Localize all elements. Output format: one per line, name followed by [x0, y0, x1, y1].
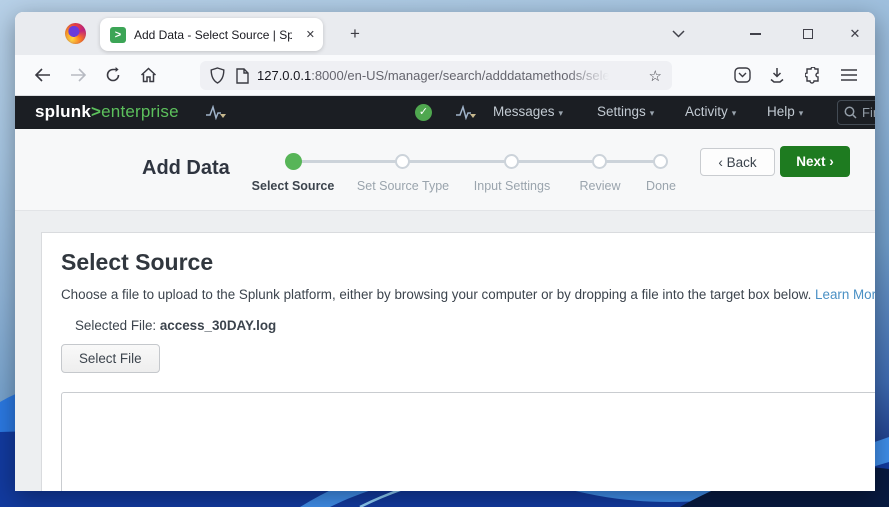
downloads-icon[interactable]	[767, 65, 787, 85]
window-minimize-button[interactable]	[740, 22, 770, 46]
step-circle-select-source	[285, 153, 302, 170]
back-icon[interactable]	[32, 65, 52, 85]
nav-help-label: Help	[767, 104, 795, 119]
nav-activity-label: Activity	[685, 104, 728, 119]
tab-close-icon[interactable]: ✕	[306, 28, 315, 41]
tab-list-chevron-icon[interactable]	[663, 22, 693, 46]
browser-window: > Add Data - Select Source | Splun ✕ + ✕	[15, 12, 875, 491]
step-circle-done	[653, 154, 668, 169]
selected-file-name: access_30DAY.log	[159, 318, 277, 333]
page-title: Add Data	[142, 157, 230, 179]
nav-activity-menu[interactable]: Activity ▾	[685, 104, 736, 119]
upload-description-text: Choose a file to upload to the Splunk pl…	[61, 287, 816, 302]
chevron-down-icon: ▾	[649, 108, 655, 118]
select-source-card: Select Source Choose a file to upload to…	[41, 232, 875, 491]
step-circle-input-settings	[504, 154, 519, 169]
back-button[interactable]: ‹ Back	[700, 148, 775, 176]
next-button[interactable]: Next ›	[780, 146, 850, 177]
firefox-icon[interactable]	[65, 23, 86, 44]
menu-hamburger-icon[interactable]	[839, 65, 859, 85]
bookmark-star-icon[interactable]: ☆	[649, 67, 662, 85]
nav-messages-label: Messages	[493, 104, 555, 119]
search-icon	[844, 106, 857, 119]
step-circle-set-source-type	[395, 154, 410, 169]
url-host: 127.0.0.1	[257, 68, 312, 83]
add-data-header: Add Data Select Source Set Source Type I…	[15, 129, 875, 211]
health-check-icon[interactable]: ✓	[415, 104, 432, 121]
window-maximize-button[interactable]	[793, 22, 823, 46]
content-heading: Select Source	[61, 249, 214, 275]
splunk-nav-bar: splunk>enterprise ✓ Messages ▾ Settings ▾ …	[15, 96, 875, 129]
nav-settings-menu[interactable]: Settings ▾	[597, 104, 654, 119]
forward-icon	[68, 65, 88, 85]
nav-help-menu[interactable]: Help ▾	[767, 104, 803, 119]
splunk-favicon-icon: >	[110, 26, 126, 43]
tab-title: Add Data - Select Source | Splun	[134, 27, 292, 42]
window-close-button[interactable]: ✕	[840, 22, 870, 46]
find-search-text: Find	[862, 105, 875, 120]
nav-messages-menu[interactable]: Messages ▾	[493, 104, 563, 119]
reload-icon[interactable]	[103, 65, 123, 85]
find-search-input[interactable]: Find	[837, 100, 875, 125]
home-icon[interactable]	[138, 65, 158, 85]
file-drop-target[interactable]	[61, 392, 875, 491]
desktop-wallpaper: > Add Data - Select Source | Splun ✕ + ✕	[0, 0, 889, 507]
nav-settings-label: Settings	[597, 104, 646, 119]
pulse-activity-icon[interactable]	[205, 105, 227, 120]
browser-tab[interactable]: > Add Data - Select Source | Splun ✕	[100, 18, 323, 51]
url-path: :8000/en-US/manager/search/adddatamethod…	[311, 68, 609, 83]
splunk-logo-gt: >	[91, 102, 102, 121]
chevron-down-icon: ▾	[558, 108, 564, 118]
selected-file-label: Selected File:	[75, 318, 160, 333]
tab-bar: > Add Data - Select Source | Splun ✕ + ✕	[15, 12, 875, 55]
url-text[interactable]: 127.0.0.1:8000/en-US/manager/search/addd…	[257, 68, 609, 83]
learn-more-link[interactable]: Learn More	[815, 287, 875, 302]
selected-file-line: Selected File: access_30DAY.log	[61, 318, 875, 333]
chevron-down-icon: ▾	[798, 108, 804, 118]
select-file-button[interactable]: Select File	[61, 344, 160, 373]
browser-toolbar: 127.0.0.1:8000/en-US/manager/search/addd…	[15, 55, 875, 96]
url-bar[interactable]: 127.0.0.1:8000/en-US/manager/search/addd…	[200, 61, 672, 90]
upload-description: Choose a file to upload to the Splunk pl…	[61, 287, 875, 302]
step-label-done: Done	[646, 179, 676, 193]
chevron-down-icon: ▾	[731, 108, 737, 118]
splunk-logo-product: enterprise	[101, 102, 179, 121]
extensions-icon[interactable]	[803, 65, 823, 85]
splunk-logo-brand: splunk	[35, 102, 91, 121]
page-info-icon[interactable]	[236, 67, 249, 84]
pulse-activity-icon[interactable]	[455, 105, 477, 120]
page-background: Select Source Choose a file to upload to…	[15, 211, 875, 491]
shield-icon[interactable]	[210, 67, 225, 84]
new-tab-button[interactable]: +	[341, 20, 369, 48]
splunk-logo[interactable]: splunk>enterprise	[35, 102, 179, 122]
pocket-icon[interactable]	[732, 65, 752, 85]
step-circle-review	[592, 154, 607, 169]
